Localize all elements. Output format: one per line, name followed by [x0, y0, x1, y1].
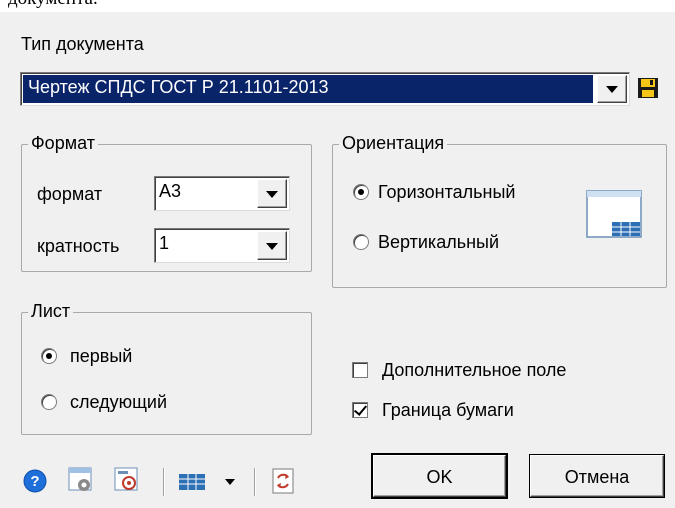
format-value: А3: [159, 181, 182, 201]
dropdown-arrow-icon[interactable]: [224, 477, 236, 487]
cancel-button-label: Отмена: [564, 467, 630, 487]
sheet-first-label[interactable]: первый: [70, 346, 132, 367]
extra-field-label[interactable]: Дополнительное поле: [382, 360, 566, 381]
sheet-group: Лист: [21, 301, 312, 435]
doc-type-select[interactable]: Чертеж СПДС ГОСТ Р 21.1101-2013: [20, 72, 630, 106]
multiplicity-label: кратность: [37, 236, 120, 256]
doc-type-dropdown-button[interactable]: [597, 75, 627, 103]
svg-text:?: ?: [30, 473, 39, 490]
toolbar-separator-2: [254, 468, 256, 496]
ok-button[interactable]: OK: [373, 455, 506, 497]
sheet-group-title: Лист: [28, 301, 74, 322]
extra-field-checkbox[interactable]: [352, 362, 368, 378]
orientation-group-title: Ориентация: [339, 133, 448, 154]
format-label: формат: [37, 184, 103, 204]
format-dropdown-button[interactable]: [257, 179, 287, 208]
landscape-sheet-icon: [586, 190, 642, 238]
paper-border-label[interactable]: Граница бумаги: [382, 400, 514, 421]
orientation-vertical-radio[interactable]: [353, 234, 369, 250]
multiplicity-value: 1: [159, 233, 170, 253]
multiplicity-select[interactable]: 1: [154, 228, 290, 263]
format-group-title: Формат: [28, 133, 98, 154]
orientation-horizontal-label[interactable]: Горизонтальный: [378, 182, 516, 203]
sheet-next-label[interactable]: следующий: [70, 392, 167, 413]
sheet-first-radio[interactable]: [41, 348, 57, 364]
format-select[interactable]: А3: [154, 176, 290, 211]
sheet-next-radio[interactable]: [41, 394, 57, 410]
settings-icon[interactable]: [67, 466, 95, 494]
doc-type-label: Тип документа: [21, 34, 144, 54]
doc-type-value: Чертеж СПДС ГОСТ Р 21.1101-2013: [28, 77, 329, 97]
toolbar-separator: [163, 468, 165, 496]
document-format-dialog: Тип документа Чертеж СПДС ГОСТ Р 21.1101…: [0, 12, 675, 508]
help-icon[interactable]: ?: [23, 469, 47, 493]
clipped-top-text: документа.: [8, 0, 98, 10]
cancel-button[interactable]: Отмена: [530, 455, 664, 497]
orientation-vertical-label[interactable]: Вертикальный: [378, 232, 499, 253]
paper-border-checkbox[interactable]: [352, 402, 368, 418]
orientation-horizontal-radio[interactable]: [353, 184, 369, 200]
refresh-icon[interactable]: [272, 468, 294, 494]
multiplicity-dropdown-button[interactable]: [257, 231, 287, 260]
save-icon[interactable]: [636, 76, 660, 100]
table-icon[interactable]: [178, 471, 206, 493]
stamp-icon[interactable]: [113, 466, 141, 494]
ok-button-label: OK: [426, 467, 453, 487]
